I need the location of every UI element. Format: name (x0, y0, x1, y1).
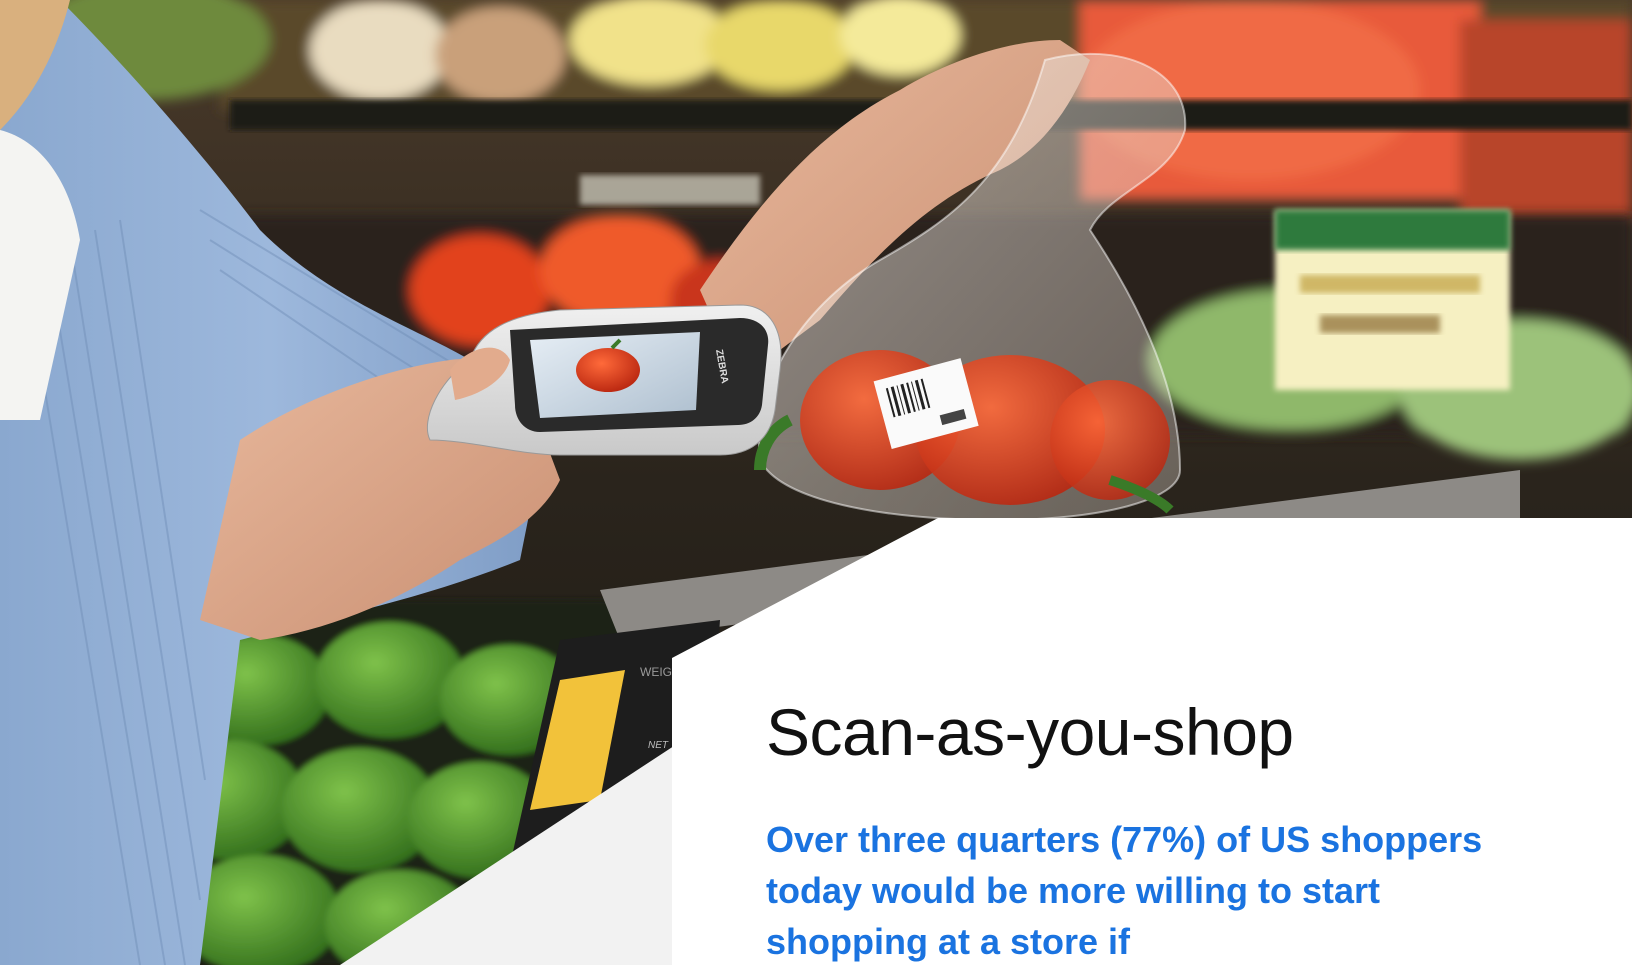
stat-highlight: Over three quarters (77%) of US shoppers… (766, 819, 1483, 962)
document-page: WEIG NET ZEBRA Scan-as-you-shop Over thr… (0, 0, 1632, 965)
page-title: Scan-as-you-shop (766, 695, 1294, 769)
